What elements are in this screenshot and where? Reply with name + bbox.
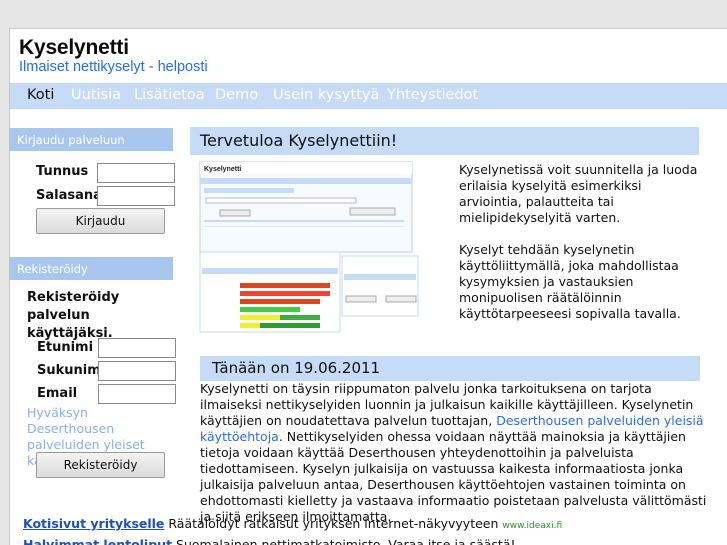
lastname-input[interactable] <box>98 361 176 381</box>
nav-item-lisatietoa[interactable]: Lisätietoa <box>134 87 205 103</box>
service-description: Kyselynetti on täysin riippumaton palvel… <box>200 381 710 525</box>
ad-title-link[interactable]: Kotisivut yritykselle <box>23 516 164 531</box>
screenshot-thumbnail: Kyselynetti <box>190 160 430 335</box>
username-label: Tunnus <box>36 164 89 179</box>
ad-text: Räätälöidyt ratkaisut yrityksen internet… <box>164 516 503 531</box>
ad-line: Kotisivut yritykselle Räätälöidyt ratkai… <box>23 516 562 531</box>
lastname-label: Sukunimi <box>37 363 106 378</box>
main-nav: Koti Uutisia Lisätietoa Demo Usein kysyt… <box>10 83 727 109</box>
password-label: Salasana <box>36 188 102 203</box>
email-label: Email <box>37 386 78 401</box>
site-tagline: Ilmaiset nettikyselyt - helposti <box>19 59 208 75</box>
register-intro: Rekisteröidy palvelun käyttäjäksi. <box>27 290 120 341</box>
login-panel-heading: Kirjaudu palveluun <box>9 128 173 151</box>
ad-title-link[interactable]: Halvimmat lentoliput <box>23 537 172 545</box>
survey-preview-image: Kyselynetti <box>190 160 430 335</box>
firstname-label: Etunimi <box>37 340 94 355</box>
register-button[interactable]: Rekisteröidy <box>36 452 165 478</box>
nav-item-yhteystiedot[interactable]: Yhteystiedot <box>387 87 478 103</box>
site-title[interactable]: Kyselynetti <box>19 36 129 60</box>
nav-item-koti[interactable]: Koti <box>27 87 54 103</box>
nav-item-demo[interactable]: Demo <box>215 87 258 103</box>
nav-item-usein-kysyttya[interactable]: Usein kysyttyä <box>273 87 379 103</box>
ad-line: Halvimmat lentoliput Suomalainen nettima… <box>23 537 516 545</box>
firstname-input[interactable] <box>98 338 176 358</box>
intro-text: Kyselynetissä voit suunnitella ja luoda … <box>459 162 704 322</box>
intro-paragraph-2: Kyselyt tehdään kyselynetin käyttöliitty… <box>459 242 681 321</box>
svg-text:Kyselynetti: Kyselynetti <box>204 166 241 173</box>
ad-text: Suomalainen nettimatkatoimisto. Varaa it… <box>172 537 516 545</box>
password-input[interactable] <box>97 186 175 206</box>
welcome-heading: Tervetuloa Kyselynettiin! <box>190 127 699 155</box>
login-button[interactable]: Kirjaudu <box>36 208 165 234</box>
ad-url[interactable]: www.ideaxi.fi <box>502 521 562 531</box>
date-heading: Tänään on 19.06.2011 <box>200 356 700 381</box>
nav-item-uutisia[interactable]: Uutisia <box>71 87 121 103</box>
username-input[interactable] <box>97 163 175 183</box>
intro-paragraph-1: Kyselynetissä voit suunnitella ja luoda … <box>459 162 698 225</box>
email-input[interactable] <box>98 384 176 404</box>
register-panel-heading: Rekisteröidy <box>9 257 173 280</box>
